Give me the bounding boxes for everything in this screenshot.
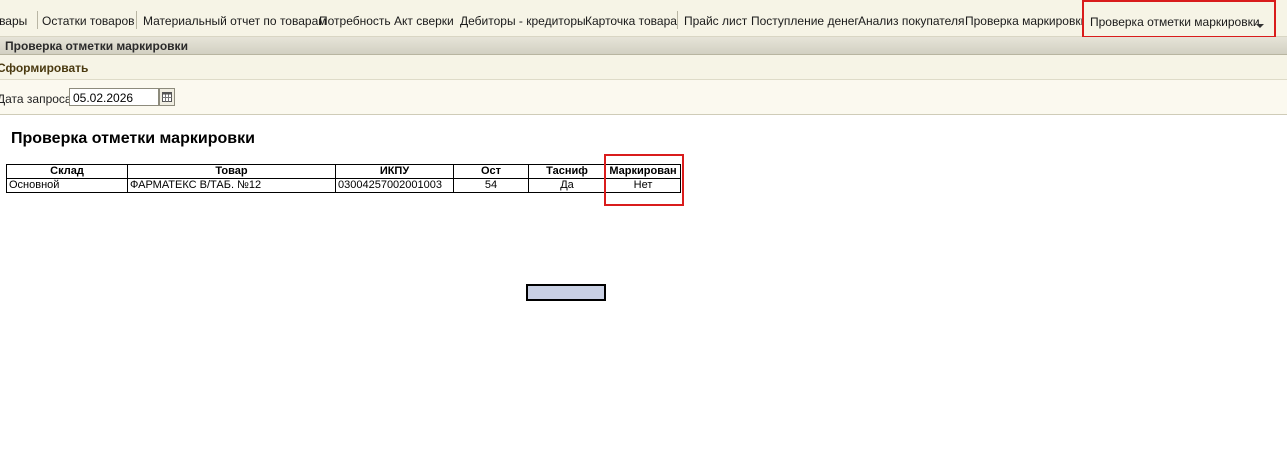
cell-warehouse[interactable]: Основной xyxy=(6,178,128,193)
column-header-warehouse: Склад xyxy=(6,164,128,179)
date-input[interactable]: 05.02.2026 xyxy=(69,88,159,106)
menu-item-goods[interactable]: Товары xyxy=(0,14,27,28)
menu-item-demand[interactable]: Потребность xyxy=(319,14,391,28)
chevron-down-icon[interactable] xyxy=(1256,24,1264,28)
menu-separator xyxy=(677,11,678,29)
date-label: Дата запроса xyxy=(0,92,72,106)
window-title: Проверка отметки маркировки xyxy=(5,39,188,53)
calendar-icon xyxy=(162,92,172,102)
column-header-product: Товар xyxy=(127,164,336,179)
cell-marked[interactable]: Нет xyxy=(605,178,681,193)
cell-stock[interactable]: 54 xyxy=(453,178,529,193)
cell-cursor[interactable] xyxy=(526,284,606,301)
column-header-marked: Маркирован xyxy=(605,164,681,179)
report-table: Склад Товар ИКПУ Ост Тасниф Маркирован О… xyxy=(6,164,681,193)
cell-ikpu[interactable]: 03004257002001003 xyxy=(335,178,454,193)
menu-item-product-card[interactable]: Карточка товара xyxy=(585,14,677,28)
menu-item-debtors-creditors[interactable]: Дебиторы - кредиторы xyxy=(460,14,586,28)
window-title-bar: Проверка отметки маркировки xyxy=(0,37,1287,55)
report-title: Проверка отметки маркировки xyxy=(11,130,255,147)
table-header-row: Склад Товар ИКПУ Ост Тасниф Маркирован xyxy=(6,164,681,179)
menu-item-marking-check[interactable]: Проверка маркировки xyxy=(965,14,1087,28)
params-panel: Дата запроса 05.02.2026 xyxy=(0,80,1287,115)
menu-item-price-list[interactable]: Прайс лист xyxy=(684,14,747,28)
column-header-ikpu: ИКПУ xyxy=(335,164,454,179)
menu-item-money-receipt[interactable]: Поступление денег xyxy=(751,14,859,28)
column-header-tasnif: Тасниф xyxy=(528,164,606,179)
menu-item-customer-analysis[interactable]: Анализ покупателя xyxy=(858,14,964,28)
generate-button[interactable]: Сформировать xyxy=(0,61,88,75)
column-header-stock: Ост xyxy=(453,164,529,179)
calendar-button[interactable] xyxy=(159,88,175,106)
tab-marking-mark-check[interactable]: Проверка отметки маркировки xyxy=(1082,0,1276,38)
active-tab-label: Проверка отметки маркировки xyxy=(1090,15,1260,29)
menu-item-material-report[interactable]: Материальный отчет по товарам xyxy=(143,14,327,28)
menu-separator xyxy=(136,11,137,29)
cell-product[interactable]: ФАРМАТЕКС В/ТАБ. №12 xyxy=(127,178,336,193)
menu-item-reconciliation[interactable]: Акт сверки xyxy=(394,14,454,28)
cell-tasnif[interactable]: Да xyxy=(528,178,606,193)
table-row[interactable]: Основной ФАРМАТЕКС В/ТАБ. №12 0300425700… xyxy=(6,178,681,193)
menu-separator xyxy=(37,11,38,29)
command-bar: Сформировать xyxy=(0,55,1287,80)
menu-item-stock[interactable]: Остатки товаров xyxy=(42,14,135,28)
